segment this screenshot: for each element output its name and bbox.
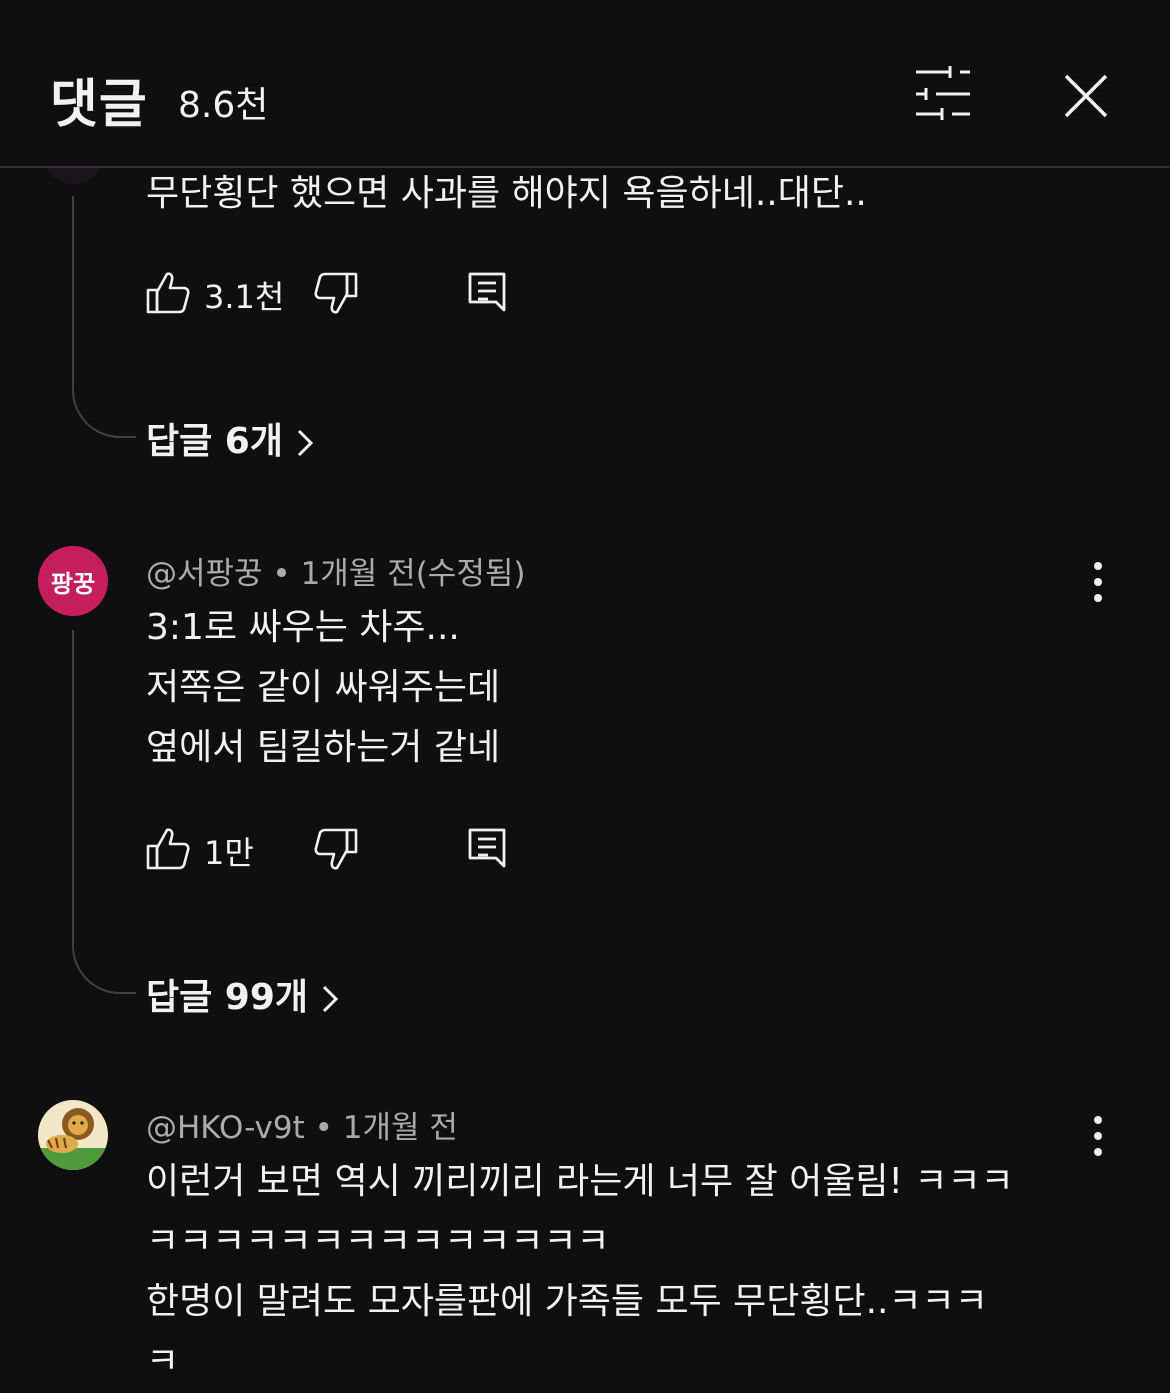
comment-actions: 3.1천 <box>146 270 546 318</box>
avatar[interactable] <box>38 1100 108 1170</box>
comment-time: 1개월 전 <box>342 1110 458 1146</box>
tune-icon <box>916 66 970 120</box>
avatar[interactable]: 팡꿍 <box>38 546 108 616</box>
comments-header: 댓글 8.6천 <box>0 0 1170 168</box>
comment-text: 무단횡단 했으면 사과를 해야지 욕을하네..대단.. <box>146 173 867 214</box>
thumb-down-icon <box>314 272 358 314</box>
panel-title: 댓글 <box>50 75 148 135</box>
chevron-right-icon <box>322 985 339 1013</box>
lion-avatar-icon <box>38 1100 108 1170</box>
like-button[interactable] <box>146 826 190 872</box>
close-icon <box>1064 74 1108 118</box>
like-count: 1만 <box>204 834 254 872</box>
author-name[interactable]: @서팡꿍 <box>146 556 263 592</box>
comment-time: 1개월 전(수정됨) <box>300 556 526 592</box>
comment-meta: @HKO-v9t • 1개월 전 <box>146 1110 458 1146</box>
thumb-down-icon <box>314 828 358 870</box>
reply-button[interactable] <box>466 270 510 316</box>
author-name[interactable]: @HKO-v9t <box>146 1110 305 1146</box>
dislike-button[interactable] <box>314 826 358 872</box>
close-button[interactable] <box>1058 68 1114 124</box>
thread-line <box>72 196 136 438</box>
comment-icon <box>468 272 506 312</box>
more-options-button[interactable] <box>1080 558 1116 606</box>
like-count: 3.1천 <box>204 278 285 316</box>
view-replies-button[interactable]: 답글 99개 <box>146 968 340 1020</box>
comment-actions: 1만 <box>146 826 546 874</box>
thumb-up-icon <box>146 272 190 314</box>
more-vert-icon <box>1094 562 1102 602</box>
more-vert-icon <box>1094 1116 1102 1156</box>
thread-line <box>72 630 136 994</box>
reply-button[interactable] <box>466 826 510 872</box>
more-options-button[interactable] <box>1080 1112 1116 1160</box>
comment-icon <box>468 828 506 868</box>
dislike-button[interactable] <box>314 270 358 316</box>
thumb-up-icon <box>146 828 190 870</box>
comment-count: 8.6천 <box>178 85 269 126</box>
view-replies-button[interactable]: 답글 6개 <box>146 412 315 464</box>
comment-meta: @서팡꿍 • 1개월 전(수정됨) <box>146 556 526 592</box>
chevron-right-icon <box>297 429 314 457</box>
comment-text: 3:1로 싸우는 차주... 저쪽은 같이 싸워주는데 옆에서 팀킬하는거 같네 <box>146 607 501 768</box>
filter-button[interactable] <box>906 64 978 124</box>
comment-text: 이런거 보면 역시 끼리끼리 라는게 너무 잘 어울림! ㅋㅋㅋ ㅋㅋㅋㅋㅋㅋㅋㅋ… <box>146 1161 1014 1382</box>
like-button[interactable] <box>146 270 190 316</box>
